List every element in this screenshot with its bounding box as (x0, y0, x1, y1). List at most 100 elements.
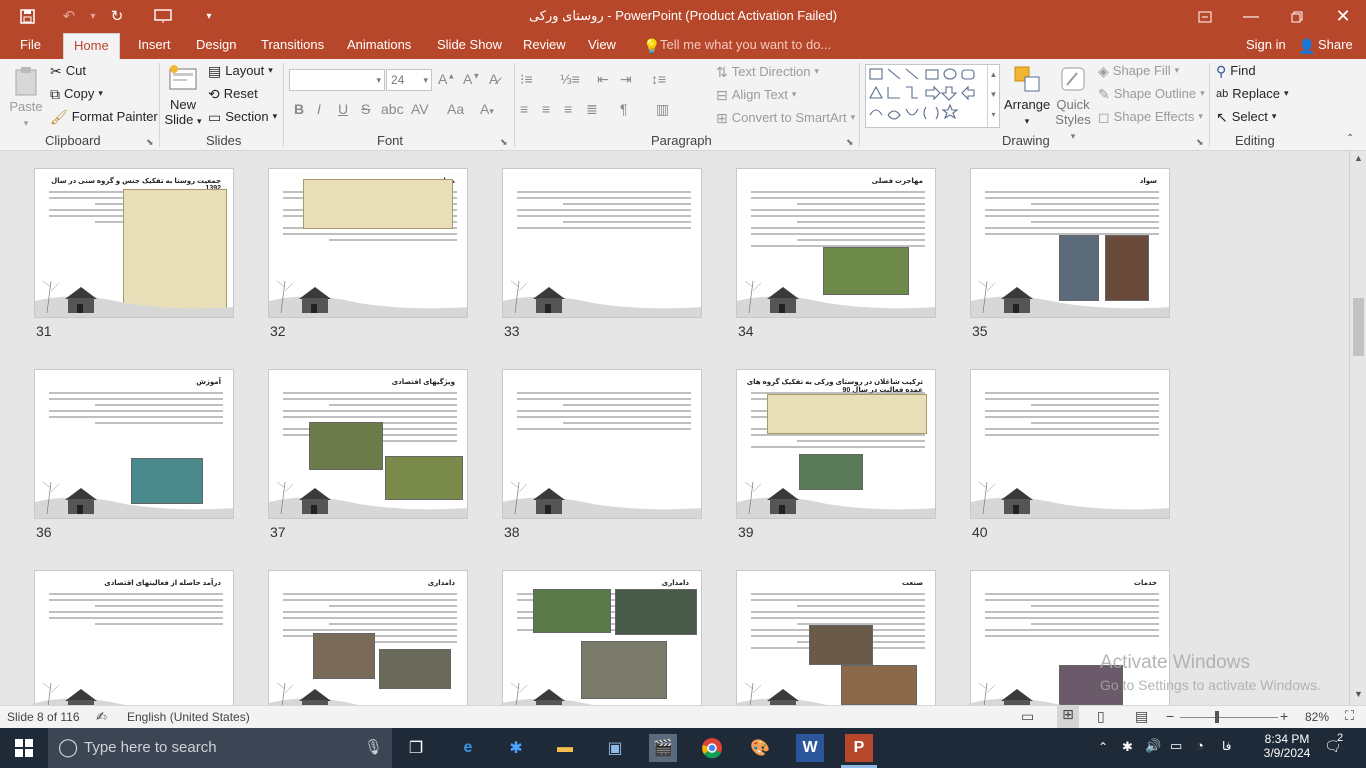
tab-transitions[interactable]: Transitions (251, 33, 334, 59)
chrome-icon[interactable] (698, 734, 726, 762)
reset-button[interactable]: ⟲ Reset (208, 86, 258, 101)
tab-slideshow[interactable]: Slide Show (427, 33, 512, 59)
sign-in-link[interactable]: Sign in (1236, 33, 1296, 59)
underline-icon[interactable]: U (338, 101, 348, 117)
file-explorer-icon[interactable]: ▬ (551, 734, 579, 762)
slide-thumbnail[interactable]: درآمد حاصله از فعالیتهای اقتصادی (34, 570, 234, 705)
strikethrough-icon[interactable]: S (361, 101, 370, 117)
zoom-slider-thumb[interactable] (1215, 711, 1219, 723)
bluetooth-app-icon[interactable]: ✱ (502, 734, 530, 762)
drawing-launcher-icon[interactable]: ⬊ (1196, 137, 1204, 148)
increase-font-icon[interactable]: A▲ (438, 71, 455, 87)
shapes-scroll[interactable]: ▲ ▼ ▾ (987, 65, 999, 127)
replace-button[interactable]: ab Replace ▾ (1216, 86, 1288, 101)
shape-fill-button[interactable]: ◈ Shape Fill ▾ (1098, 63, 1179, 78)
show-hidden-icons[interactable]: ⌃ (1098, 740, 1108, 754)
font-size-combobox[interactable]: 24 ▾ (386, 69, 432, 91)
slide-sorter-view-icon[interactable]: ⊞ (1057, 706, 1079, 728)
bullets-icon[interactable]: ⁝≡ (520, 71, 533, 88)
slideshow-view-icon[interactable]: ▤ (1135, 708, 1148, 725)
scroll-down-icon[interactable]: ▼ (1354, 689, 1363, 699)
zoom-out-icon[interactable]: − (1166, 708, 1174, 724)
align-right-icon[interactable]: ≡ (564, 101, 572, 117)
edge-browser-icon[interactable]: e (454, 734, 482, 762)
paragraph-launcher-icon[interactable]: ⬊ (846, 137, 854, 148)
zoom-slider[interactable] (1180, 717, 1278, 718)
font-color-icon[interactable]: A▾ (480, 101, 494, 117)
increase-indent-icon[interactable]: ⇥ (620, 71, 632, 88)
bluetooth-tray-icon[interactable]: ✱ (1122, 739, 1133, 755)
copy-button[interactable]: ⧉ Copy ▾ (50, 86, 103, 101)
tab-design[interactable]: Design (186, 33, 246, 59)
slide-thumbnail[interactable] (502, 168, 702, 318)
slide-thumbnail[interactable]: سواد (970, 168, 1170, 318)
ribbon-display-options-icon[interactable] (1182, 0, 1228, 33)
convert-smartart-button[interactable]: ⊞ Convert to SmartArt ▾ (716, 110, 855, 125)
computer-app-icon[interactable]: ▣ (601, 734, 629, 762)
clock[interactable]: 8:34 PM 3/9/2024 (1253, 732, 1321, 760)
powerpoint-app-icon[interactable]: P (845, 734, 873, 762)
paint-app-icon[interactable]: 🎨 (746, 734, 774, 762)
cut-button[interactable]: ✂ Cut (50, 63, 86, 78)
taskbar-search-box[interactable]: ◯ Type here to search 🎙 (48, 728, 392, 768)
tab-insert[interactable]: Insert (128, 33, 181, 59)
rtl-icon[interactable]: ¶ (620, 101, 628, 117)
close-icon[interactable]: ✕ (1320, 0, 1366, 33)
paste-button[interactable]: Paste ▾ (6, 65, 46, 129)
font-launcher-icon[interactable]: ⬊ (500, 137, 508, 148)
restore-icon[interactable] (1274, 0, 1320, 33)
slide-thumbnail[interactable]: ویژگیهای اقتصادی (268, 369, 468, 519)
tab-review[interactable]: Review (513, 33, 576, 59)
battery-icon[interactable]: ▭ (1170, 738, 1182, 754)
shapes-gallery[interactable]: ▲ ▼ ▾ (865, 64, 1000, 128)
tab-home[interactable]: Home (63, 33, 120, 59)
layout-button[interactable]: ▤ Layout ▾ (208, 63, 273, 78)
slide-thumbnail[interactable]: دامداری (268, 570, 468, 705)
zoom-level[interactable]: 82% (1305, 710, 1329, 724)
line-spacing-icon[interactable]: ↕≡ (651, 71, 666, 87)
clear-formatting-icon[interactable]: A̷ (489, 71, 498, 87)
network-icon[interactable]: ◔ (1196, 738, 1204, 753)
slide-sorter-view[interactable]: جمعیت روستا به تفکیک جنس و گروه سنی در س… (0, 151, 1366, 705)
shape-effects-button[interactable]: ◻ Shape Effects ▾ (1098, 109, 1203, 124)
reading-view-icon[interactable]: ▯ (1097, 708, 1105, 725)
word-app-icon[interactable]: W (796, 734, 824, 762)
tell-me-search[interactable]: Tell me what you want to do... (660, 33, 831, 57)
columns-icon[interactable]: ▥ (656, 101, 669, 118)
quick-styles-button[interactable]: Quick Styles ▾ (1052, 63, 1094, 142)
volume-icon[interactable]: 🔊 (1145, 738, 1161, 754)
scroll-up-icon[interactable]: ▲ (1354, 153, 1363, 163)
minimize-icon[interactable]: — (1228, 0, 1274, 33)
decrease-indent-icon[interactable]: ⇤ (597, 71, 609, 88)
fit-to-window-icon[interactable]: ⛶ (1345, 708, 1354, 724)
slide-thumbnail[interactable]: مهاجرت (268, 168, 468, 318)
align-text-button[interactable]: ⊟ Align Text ▾ (716, 87, 796, 102)
collapse-ribbon-icon[interactable]: ⌃ (1346, 133, 1354, 144)
slide-thumbnail[interactable]: مهاجرت فصلی (736, 168, 936, 318)
input-language[interactable]: فا (1222, 739, 1231, 753)
normal-view-icon[interactable]: ▭ (1021, 708, 1034, 725)
tab-animations[interactable]: Animations (337, 33, 421, 59)
task-view-icon[interactable]: ❐ (402, 734, 430, 762)
slide-thumbnail[interactable] (502, 369, 702, 519)
font-name-combobox[interactable]: ▾ (289, 69, 385, 91)
tab-view[interactable]: View (578, 33, 626, 59)
change-case-icon[interactable]: Aa (447, 101, 464, 117)
spelling-icon[interactable]: ✍ (96, 709, 107, 725)
format-painter-button[interactable]: 🖌 Format Painter (50, 109, 158, 124)
tab-file[interactable]: File (10, 33, 51, 59)
decrease-font-icon[interactable]: A▼ (463, 71, 480, 87)
microphone-icon[interactable]: 🎙 (364, 738, 383, 756)
clipboard-launcher-icon[interactable]: ⬊ (146, 137, 154, 148)
italic-icon[interactable]: I (317, 101, 321, 117)
slide-thumbnail[interactable]: صنعت (736, 570, 936, 705)
character-spacing-icon[interactable]: AV (411, 101, 429, 117)
slide-thumbnail[interactable]: دامداری (502, 570, 702, 705)
windows-start-icon[interactable] (10, 734, 38, 762)
share-button[interactable]: Share (1308, 33, 1363, 59)
arrange-button[interactable]: Arrange ▾ (1004, 63, 1050, 127)
select-button[interactable]: ↖ Select ▾ (1216, 109, 1276, 124)
align-center-icon[interactable]: ≡ (542, 101, 550, 117)
slide-thumbnail[interactable]: جمعیت روستا به تفکیک جنس و گروه سنی در س… (34, 168, 234, 318)
text-direction-button[interactable]: ⇅ Text Direction ▾ (716, 64, 819, 79)
